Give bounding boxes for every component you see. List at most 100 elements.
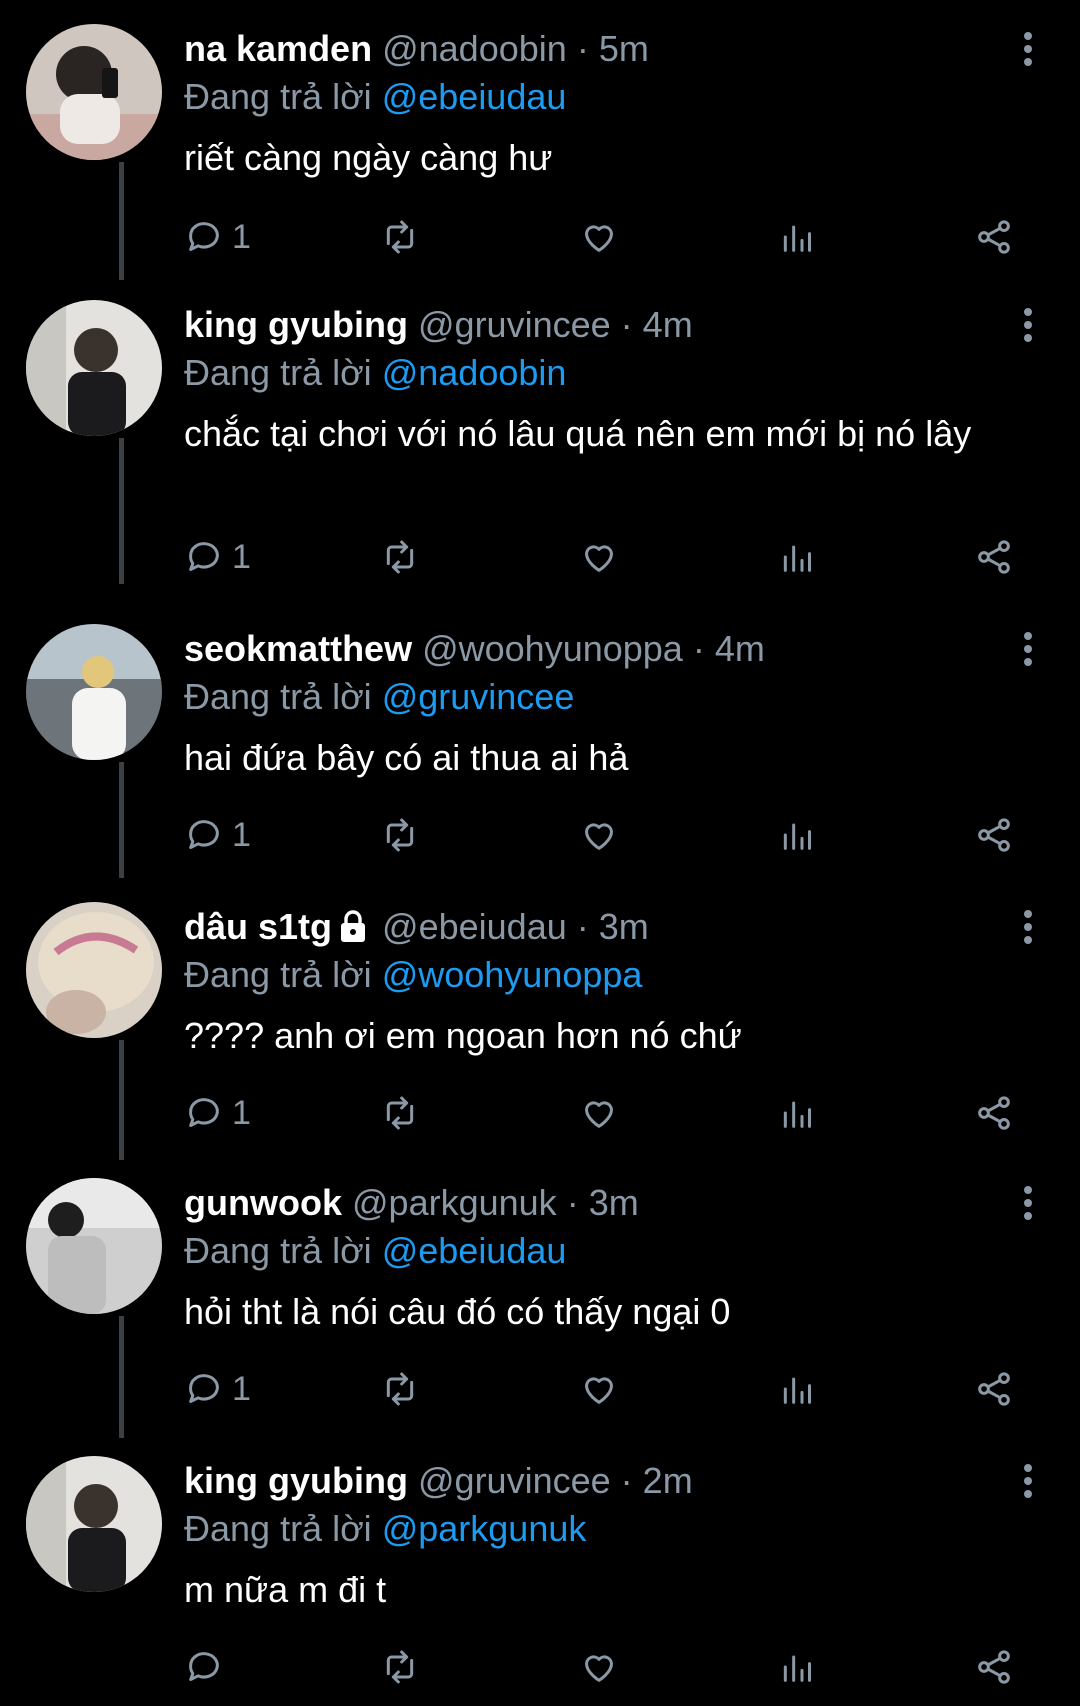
replying-to: Đang trả lời @parkgunuk	[184, 1506, 1050, 1552]
replying-to-label: Đang trả lời	[184, 1508, 372, 1549]
like-button[interactable]	[579, 1088, 619, 1138]
more-options-button[interactable]	[1006, 1456, 1050, 1506]
comment-icon	[189, 222, 219, 251]
tweet-header: dâu s1tg @ebeiudau · 3m	[184, 902, 1050, 952]
user-handle[interactable]: @gruvincee	[418, 1460, 611, 1501]
more-options-button[interactable]	[1006, 1178, 1050, 1228]
views-button[interactable]	[777, 212, 817, 262]
like-button[interactable]	[579, 212, 619, 262]
retweet-icon	[386, 1096, 414, 1130]
reply-count: 1	[232, 537, 251, 576]
avatar[interactable]	[26, 624, 162, 760]
replying-to: Đang trả lời @gruvincee	[184, 674, 1050, 720]
heart-icon	[585, 225, 613, 252]
replying-to-link[interactable]: @nadoobin	[382, 352, 567, 393]
vertical-dots-icon	[1024, 308, 1032, 342]
share-button[interactable]	[974, 1642, 1014, 1692]
more-options-button[interactable]	[1006, 624, 1050, 674]
tweet-text: ???? anh ơi em ngoan hơn nó chứ	[184, 1015, 742, 1056]
retweet-button[interactable]	[380, 532, 420, 582]
views-button[interactable]	[777, 532, 817, 582]
timestamp[interactable]: 4m	[643, 304, 693, 345]
more-options-button[interactable]	[1006, 902, 1050, 952]
timestamp[interactable]: 2m	[643, 1460, 693, 1501]
thread-line	[119, 438, 124, 584]
retweet-icon	[386, 818, 414, 852]
tweet-header: gunwook @parkgunuk · 3m	[184, 1182, 639, 1223]
like-button[interactable]	[579, 1364, 619, 1414]
tweet-text: hỏi tht là nói câu đó có thấy ngại 0	[184, 1291, 731, 1332]
comment-icon	[189, 542, 219, 571]
reply-button[interactable]: 1	[184, 810, 251, 860]
share-button[interactable]	[974, 1088, 1014, 1138]
share-button[interactable]	[974, 1364, 1014, 1414]
more-options-button[interactable]	[1006, 300, 1050, 350]
avatar[interactable]	[26, 1178, 162, 1314]
share-button[interactable]	[974, 532, 1014, 582]
timestamp[interactable]: 3m	[599, 906, 649, 947]
display-name[interactable]: na kamden	[184, 28, 372, 69]
user-handle[interactable]: @ebeiudau	[382, 906, 567, 947]
views-button[interactable]	[777, 1088, 817, 1138]
share-button[interactable]	[974, 810, 1014, 860]
avatar[interactable]	[26, 300, 162, 436]
tweet-actions	[184, 1642, 1034, 1692]
display-name[interactable]: king gyubing	[184, 1460, 408, 1501]
retweet-button[interactable]	[380, 810, 420, 860]
avatar[interactable]	[26, 902, 162, 1038]
views-button[interactable]	[777, 1642, 817, 1692]
replying-to-label: Đang trả lời	[184, 352, 372, 393]
lock-icon	[338, 906, 368, 956]
user-handle[interactable]: @parkgunuk	[352, 1182, 557, 1223]
comment-icon	[189, 1098, 219, 1127]
tweet-text: riết càng ngày càng hư	[184, 137, 553, 178]
reply-button[interactable]: 1	[184, 532, 251, 582]
reply-button[interactable]: 1	[184, 1364, 251, 1414]
reply-button[interactable]: 1	[184, 212, 251, 262]
more-options-button[interactable]	[1006, 24, 1050, 74]
replying-to-link[interactable]: @ebeiudau	[382, 76, 567, 117]
like-button[interactable]	[579, 1642, 619, 1692]
vertical-dots-icon	[1024, 1186, 1032, 1220]
user-handle[interactable]: @gruvincee	[418, 304, 611, 345]
vertical-dots-icon	[1024, 632, 1032, 666]
timestamp[interactable]: 4m	[715, 628, 765, 669]
thread-line	[119, 1316, 124, 1438]
replying-to-link[interactable]: @gruvincee	[382, 676, 575, 717]
replying-to-link[interactable]: @ebeiudau	[382, 1230, 567, 1271]
retweet-button[interactable]	[380, 1642, 420, 1692]
bar-chart-icon	[783, 1377, 811, 1404]
display-name[interactable]: gunwook	[184, 1182, 342, 1223]
retweet-icon	[386, 1372, 414, 1406]
reply-button[interactable]: 1	[184, 1088, 251, 1138]
display-name[interactable]: seokmatthew	[184, 628, 412, 669]
reply-button[interactable]	[184, 1642, 232, 1692]
user-handle[interactable]: @nadoobin	[382, 28, 567, 69]
like-button[interactable]	[579, 532, 619, 582]
share-button[interactable]	[974, 212, 1014, 262]
share-icon	[978, 818, 1010, 852]
replying-to-link[interactable]: @parkgunuk	[382, 1508, 587, 1549]
user-handle[interactable]: @woohyunoppa	[422, 628, 683, 669]
tweet-text: m nữa m đi t	[184, 1569, 387, 1610]
retweet-button[interactable]	[380, 212, 420, 262]
timestamp[interactable]: 5m	[599, 28, 649, 69]
avatar[interactable]	[26, 1456, 162, 1592]
retweet-button[interactable]	[380, 1088, 420, 1138]
tweet-actions: 1	[184, 212, 1034, 262]
display-name[interactable]: king gyubing	[184, 304, 408, 345]
replying-to: Đang trả lời @ebeiudau	[184, 1228, 1050, 1274]
reply-count: 1	[232, 815, 251, 854]
views-button[interactable]	[777, 1364, 817, 1414]
avatar[interactable]	[26, 24, 162, 160]
timestamp[interactable]: 3m	[589, 1182, 639, 1223]
replying-to-label: Đang trả lời	[184, 76, 372, 117]
like-button[interactable]	[579, 810, 619, 860]
tweet-header: seokmatthew @woohyunoppa · 4m	[184, 628, 765, 669]
views-button[interactable]	[777, 810, 817, 860]
replying-to: Đang trả lời @nadoobin	[184, 350, 1050, 396]
retweet-button[interactable]	[380, 1364, 420, 1414]
replying-to-link[interactable]: @woohyunoppa	[382, 954, 643, 995]
replying-to-label: Đang trả lời	[184, 954, 372, 995]
display-name[interactable]: dâu s1tg	[184, 906, 332, 947]
